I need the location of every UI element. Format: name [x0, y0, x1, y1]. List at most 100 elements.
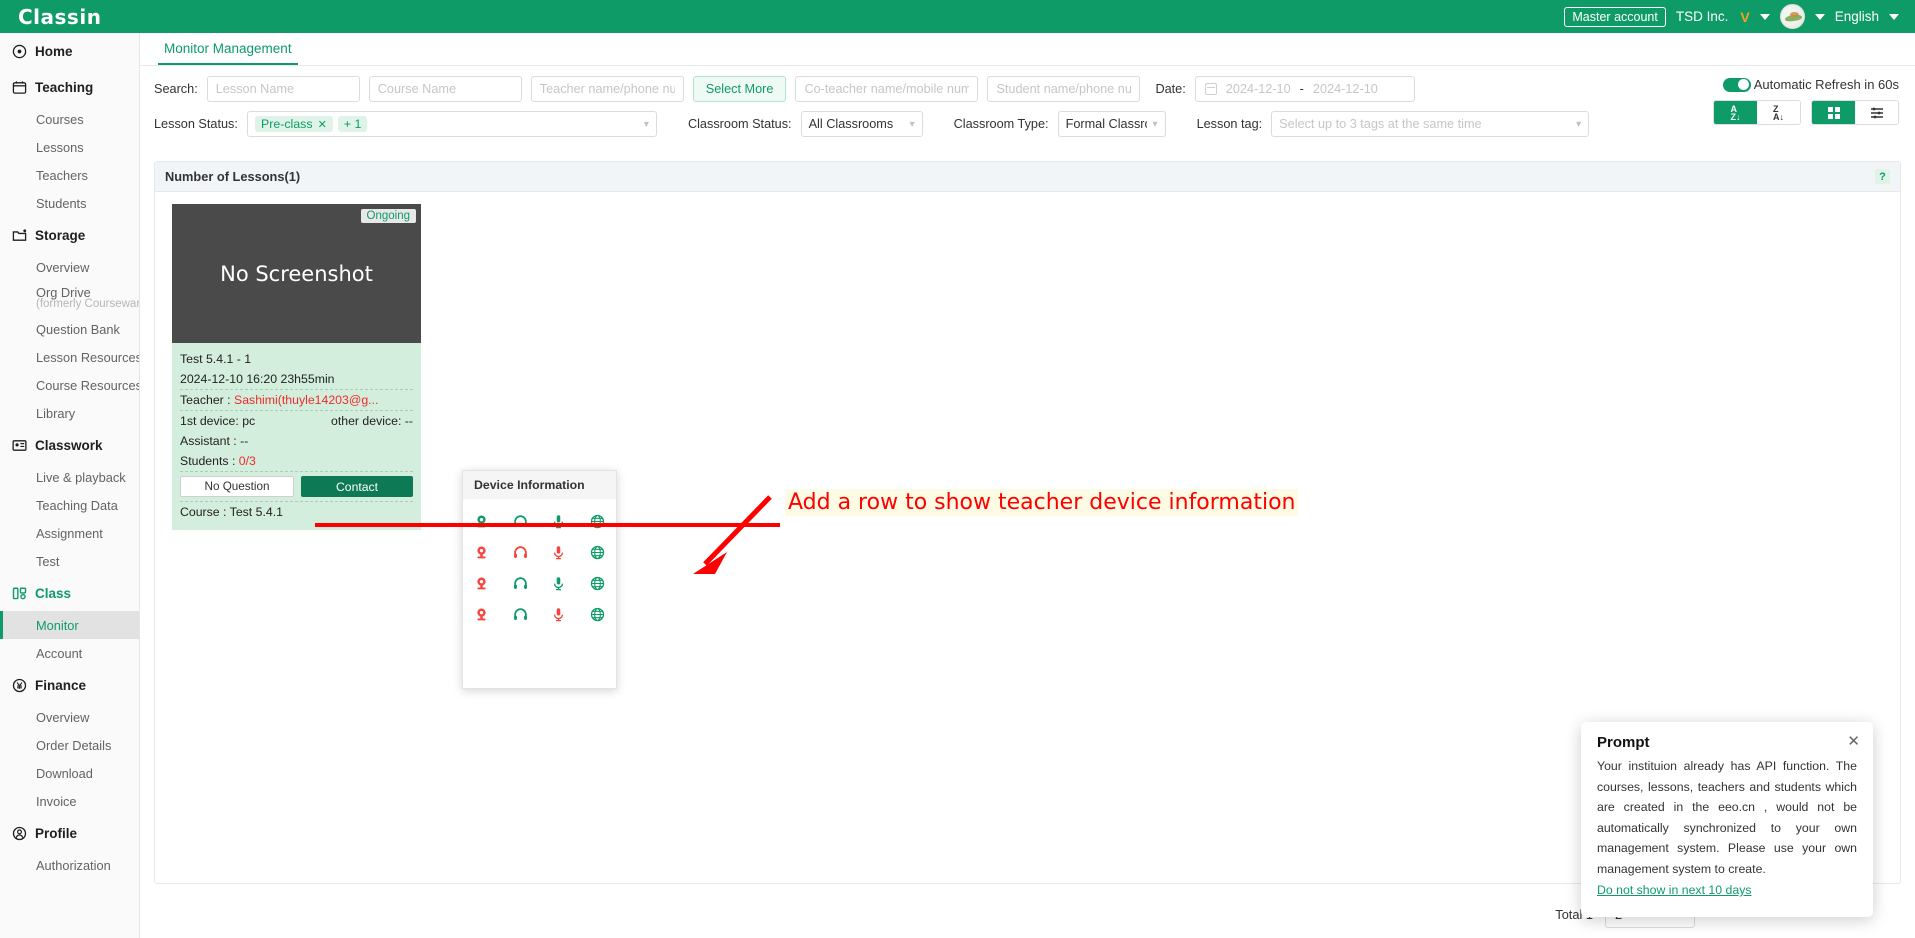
- lesson-status-select[interactable]: Pre-class ✕ + 1 ▾: [246, 111, 657, 137]
- lesson-device-row[interactable]: 1st device: pc other device: --: [180, 411, 413, 431]
- headset-icon: [513, 546, 527, 558]
- layout-segmented-control[interactable]: [1811, 100, 1899, 125]
- sort-segmented-control[interactable]: A Z↓ Z A↓: [1713, 100, 1801, 125]
- sidebar-group-label: Storage: [35, 227, 86, 243]
- do-not-show-link[interactable]: Do not show in next 10 days: [1597, 883, 1752, 897]
- classroom-type-label: Classroom Type:: [953, 117, 1049, 131]
- classroom-type-select[interactable]: Formal Classroom ▾: [1057, 111, 1166, 137]
- sidebar-item-label: Lesson Resources: [36, 349, 140, 365]
- teaching-icon: [12, 80, 27, 95]
- sidebar-group-home[interactable]: Home: [0, 33, 139, 69]
- sort-az-icon: A Z↓: [1730, 103, 1741, 122]
- sidebar-item-live-playback[interactable]: Live & playback: [0, 463, 139, 491]
- sort-descending-button[interactable]: Z A↓: [1757, 101, 1800, 124]
- date-start: 2024-12-10: [1225, 82, 1291, 96]
- sidebar-group-teaching[interactable]: Teaching: [0, 69, 139, 105]
- sidebar-item-order-details[interactable]: Order Details: [0, 731, 139, 759]
- sidebar-item-teaching-data[interactable]: Teaching Data: [0, 491, 139, 519]
- lesson-status-more-chip[interactable]: + 1: [337, 116, 368, 132]
- chevron-down-icon[interactable]: ▾: [1147, 119, 1158, 130]
- sidebar-group-label: Profile: [35, 825, 78, 841]
- sidebar-item-teachers[interactable]: Teachers: [0, 161, 139, 189]
- close-icon[interactable]: ✕: [318, 118, 327, 131]
- sidebar[interactable]: Home Teaching Courses Lessons Teachers S…: [0, 33, 140, 938]
- sidebar-item-course-resources[interactable]: Course Resources: [0, 371, 139, 399]
- help-icon[interactable]: ?: [1875, 169, 1890, 184]
- master-account-badge[interactable]: Master account: [1564, 6, 1666, 27]
- app-logo[interactable]: Classin: [18, 5, 101, 29]
- lesson-name: Test 5.4.1 - 1: [180, 352, 252, 366]
- chevron-down-icon[interactable]: ▾: [638, 119, 649, 130]
- sidebar-group-finance[interactable]: Finance: [0, 667, 139, 703]
- grid-icon: [1827, 106, 1840, 119]
- device-row: [472, 537, 607, 568]
- device-information-popup: Device Information: [462, 470, 617, 689]
- classroom-status-value: All Classrooms: [808, 117, 894, 131]
- lesson-status-chip[interactable]: Pre-class ✕: [254, 116, 333, 132]
- language-selector[interactable]: English: [1835, 9, 1879, 24]
- sidebar-item-label: Order Details: [36, 737, 112, 753]
- lesson-card-body: Test 5.4.1 - 1 2024-12-10 16:20 23h55min…: [172, 343, 421, 530]
- teacher-value[interactable]: Sashimi(thuyle14203@g...: [234, 393, 378, 407]
- sidebar-item-label: Overview: [36, 259, 90, 275]
- language-chevron-down-icon[interactable]: [1889, 13, 1899, 20]
- sidebar-group-classwork[interactable]: Classwork: [0, 427, 139, 463]
- sidebar-item-invoice[interactable]: Invoice: [0, 787, 139, 815]
- classroom-status-select[interactable]: All Classrooms ▾: [800, 111, 923, 137]
- calendar-icon: [1204, 83, 1217, 95]
- no-question-button[interactable]: No Question: [180, 476, 294, 497]
- lesson-course: Course : Test 5.4.1: [180, 505, 283, 519]
- list-view-button[interactable]: [1855, 101, 1898, 124]
- lesson-card[interactable]: No Screenshot Ongoing Test 5.4.1 - 1 202…: [172, 204, 421, 530]
- lesson-tag-select[interactable]: Select up to 3 tags at the same time ▾: [1271, 111, 1590, 137]
- sidebar-item-label: Assignment: [36, 525, 103, 541]
- account-chevron-down-icon[interactable]: [1814, 13, 1825, 20]
- sidebar-item-overview-finance[interactable]: Overview: [0, 703, 139, 731]
- top-bar-right: Master account TSD Inc. V English: [1564, 4, 1915, 29]
- sidebar-item-question-bank[interactable]: Question Bank: [0, 315, 139, 343]
- sidebar-item-students[interactable]: Students: [0, 189, 139, 217]
- sidebar-item-account[interactable]: Account: [0, 639, 139, 667]
- sidebar-item-assignment[interactable]: Assignment: [0, 519, 139, 547]
- teacher-name-input[interactable]: [530, 76, 684, 102]
- avatar[interactable]: [1779, 4, 1805, 29]
- sidebar-item-label: Download: [36, 765, 93, 781]
- auto-refresh-toggle[interactable]: [1722, 77, 1751, 92]
- sidebar-item-label: Lessons: [36, 139, 84, 155]
- sidebar-group-class[interactable]: Class: [0, 575, 139, 611]
- student-name-input[interactable]: [987, 76, 1141, 102]
- coteacher-name-input[interactable]: [795, 76, 979, 102]
- sidebar-item-lesson-resources[interactable]: Lesson Resources: [0, 343, 139, 371]
- sidebar-item-library[interactable]: Library: [0, 399, 139, 427]
- sidebar-item-test[interactable]: Test: [0, 547, 139, 575]
- lesson-name-input[interactable]: [206, 76, 360, 102]
- microphone-icon: [554, 515, 564, 529]
- sidebar-item-lessons[interactable]: Lessons: [0, 133, 139, 161]
- close-icon[interactable]: ✕: [1847, 734, 1860, 749]
- grid-view-button[interactable]: [1812, 101, 1855, 124]
- chevron-down-icon[interactable]: ▾: [1570, 119, 1581, 130]
- sidebar-item-overview-storage[interactable]: Overview: [0, 253, 139, 281]
- sidebar-item-download[interactable]: Download: [0, 759, 139, 787]
- date-label: Date:: [1155, 82, 1186, 96]
- select-more-button[interactable]: Select More: [692, 76, 787, 102]
- sidebar-item-authorization[interactable]: Authorization: [0, 851, 139, 879]
- tab-monitor-management[interactable]: Monitor Management: [158, 41, 298, 65]
- chevron-down-icon[interactable]: ▾: [904, 119, 915, 130]
- sort-ascending-button[interactable]: A Z↓: [1714, 101, 1757, 124]
- org-chevron-down-icon[interactable]: [1759, 13, 1770, 20]
- sidebar-item-monitor[interactable]: Monitor: [0, 611, 139, 639]
- sidebar-item-courses[interactable]: Courses: [0, 105, 139, 133]
- lesson-status-label: Lesson Status:: [154, 117, 238, 131]
- profile-icon: [12, 826, 27, 841]
- course-name-input[interactable]: [368, 76, 522, 102]
- sidebar-group-profile[interactable]: Profile: [0, 815, 139, 851]
- date-range-picker[interactable]: 2024-12-10 - 2024-12-10: [1194, 76, 1415, 102]
- sidebar-item-label: Authorization: [36, 857, 111, 873]
- search-label: Search:: [154, 82, 198, 96]
- sidebar-item-org-drive[interactable]: Org Drive (formerly Courseware): [0, 281, 139, 315]
- lesson-students: Students : 0/3: [180, 451, 413, 472]
- classroom-type-value: Formal Classroom: [1065, 117, 1147, 131]
- sidebar-group-storage[interactable]: Storage: [0, 217, 139, 253]
- contact-button[interactable]: Contact: [301, 476, 413, 497]
